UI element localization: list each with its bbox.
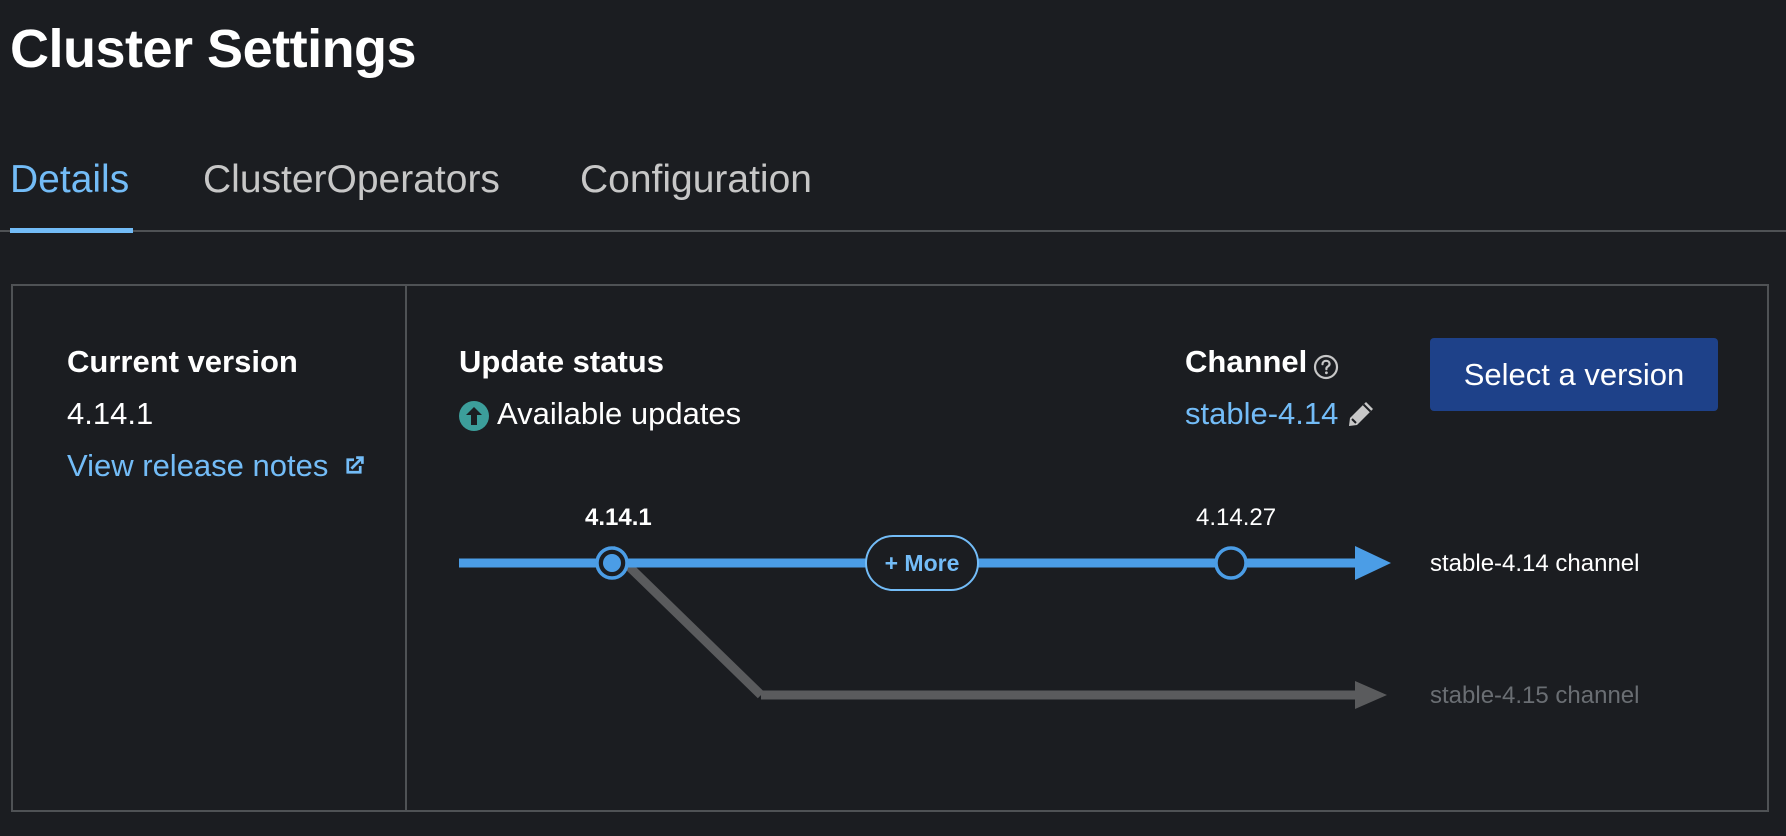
tab-details[interactable]: Details <box>10 158 129 202</box>
stable-4-15-arrow-icon <box>1355 681 1387 709</box>
current-version-node-fill <box>603 554 621 572</box>
page-title: Cluster Settings <box>10 19 417 79</box>
details-card: Current version 4.14.1 View release note… <box>11 284 1769 812</box>
latest-version-node[interactable] <box>1214 546 1248 580</box>
tab-configuration[interactable]: Configuration <box>580 158 812 202</box>
latest-node-label: 4.14.27 <box>1196 504 1277 531</box>
stable-4-15-branch-line <box>607 545 765 699</box>
stable-4-14-channel-label: stable-4.14 channel <box>1430 550 1640 577</box>
more-versions-button[interactable]: + More <box>865 535 979 591</box>
current-node-label: 4.14.1 <box>585 504 652 531</box>
tab-bar: Details ClusterOperators Configuration <box>0 150 1786 233</box>
cluster-settings-page: Cluster Settings Details ClusterOperator… <box>0 0 1786 836</box>
stable-4-15-channel-label: stable-4.15 channel <box>1430 682 1640 709</box>
stable-4-14-arrow-icon <box>1355 546 1391 580</box>
active-tab-indicator <box>10 228 133 233</box>
tab-clusteroperators[interactable]: ClusterOperators <box>203 158 500 202</box>
